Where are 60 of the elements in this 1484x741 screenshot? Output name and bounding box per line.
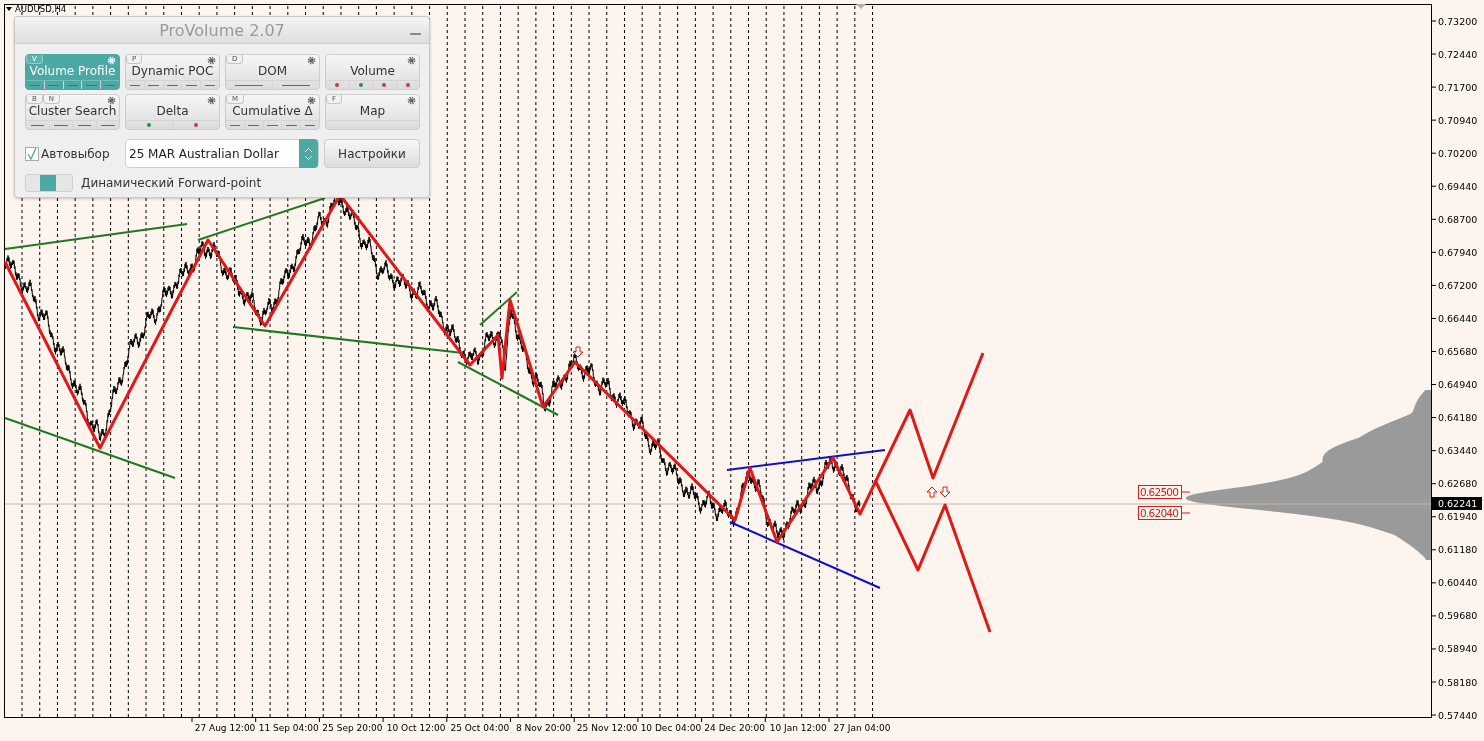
price-axis-label: 0.61940: [1438, 511, 1478, 523]
price-axis-label: 0.69440: [1438, 180, 1478, 192]
price-axis-label: 0.58940: [1438, 643, 1478, 655]
price-axis-label: 0.62680: [1438, 478, 1478, 490]
instrument-select[interactable]: 25 MAR Australian Dollar: [125, 139, 319, 168]
time-axis-label: 11 Sep 04:00: [258, 723, 319, 733]
panel-title: ProVolume 2.07: [159, 20, 285, 40]
time-axis-label: 25 Nov 12:00: [576, 723, 638, 733]
up-arrow-icon: [926, 486, 938, 498]
shift-marker-icon[interactable]: [856, 4, 866, 9]
time-axis-label: 8 Nov 20:00: [516, 723, 571, 733]
time-axis-label: 27 Jan 04:00: [833, 723, 891, 733]
trend-line: [479, 291, 518, 326]
time-axis-label: 25 Sep 20:00: [322, 723, 383, 733]
price-axis-label: 0.67940: [1438, 246, 1478, 258]
price-axis-label: 0.58180: [1438, 676, 1478, 688]
checkbox-label: Автовыбор: [41, 146, 110, 161]
price-level-label: 0.62040: [1138, 506, 1191, 520]
price-axis-label: 0.59680: [1438, 610, 1478, 622]
down-arrow-icon: [939, 486, 951, 498]
time-axis-label: 10 Oct 12:00: [386, 723, 446, 733]
price-axis-label: 0.70940: [1438, 114, 1478, 126]
time-axis-label: 10 Dec 04:00: [640, 723, 702, 733]
toggle-switch[interactable]: [25, 174, 73, 192]
gear-icon[interactable]: [407, 96, 416, 105]
price-axis-label: 0.66440: [1438, 312, 1478, 324]
toggle-label: Динамический Forward-point: [81, 176, 262, 190]
price-axis-label: 0.57440: [1438, 709, 1478, 721]
price-axis-label: 0.73200: [1438, 15, 1478, 27]
price-axis-label: 0.68700: [1438, 213, 1478, 225]
settings-button[interactable]: Настройки: [324, 139, 420, 168]
gear-icon[interactable]: [207, 56, 216, 65]
time-axis-label: 25 Oct 04:00: [450, 723, 510, 733]
price-axis-label: 0.70200: [1438, 147, 1478, 159]
price-axis-label: 0.60440: [1438, 577, 1478, 589]
price-axis-label: 0.63440: [1438, 445, 1478, 457]
current-price-label: 0.62241: [1432, 497, 1482, 510]
time-axis-label: 10 Jan 12:00: [769, 723, 827, 733]
time-axis-label: 24 Dec 20:00: [704, 723, 765, 733]
gear-icon[interactable]: [107, 96, 116, 105]
price-level-label: 0.62500: [1138, 485, 1191, 499]
indicator-button[interactable]: Delta: [125, 94, 220, 130]
gear-icon[interactable]: [407, 56, 416, 65]
spinner-icon[interactable]: [299, 139, 318, 168]
dropdown-icon[interactable]: [6, 7, 12, 11]
price-axis-label: 0.64180: [1438, 412, 1478, 424]
time-axis-label: 27 Aug 12:00: [194, 723, 256, 733]
price-axis-label: 0.67200: [1438, 279, 1478, 291]
gear-icon[interactable]: [207, 96, 216, 105]
symbol-label: AUDUSD,H4: [15, 4, 67, 14]
indicator-button[interactable]: Volume: [325, 54, 420, 90]
price-axis-label: 0.72440: [1438, 48, 1478, 60]
gear-icon[interactable]: [307, 96, 316, 105]
down-arrow-icon: [572, 346, 584, 358]
price-axis-label: 0.71700: [1438, 81, 1478, 93]
checkbox[interactable]: [25, 146, 39, 161]
price-axis-label: 0.64940: [1438, 379, 1478, 391]
gear-icon[interactable]: [307, 56, 316, 65]
price-axis-label: 0.65680: [1438, 346, 1478, 357]
price-axis-label: 0.61180: [1438, 544, 1478, 556]
